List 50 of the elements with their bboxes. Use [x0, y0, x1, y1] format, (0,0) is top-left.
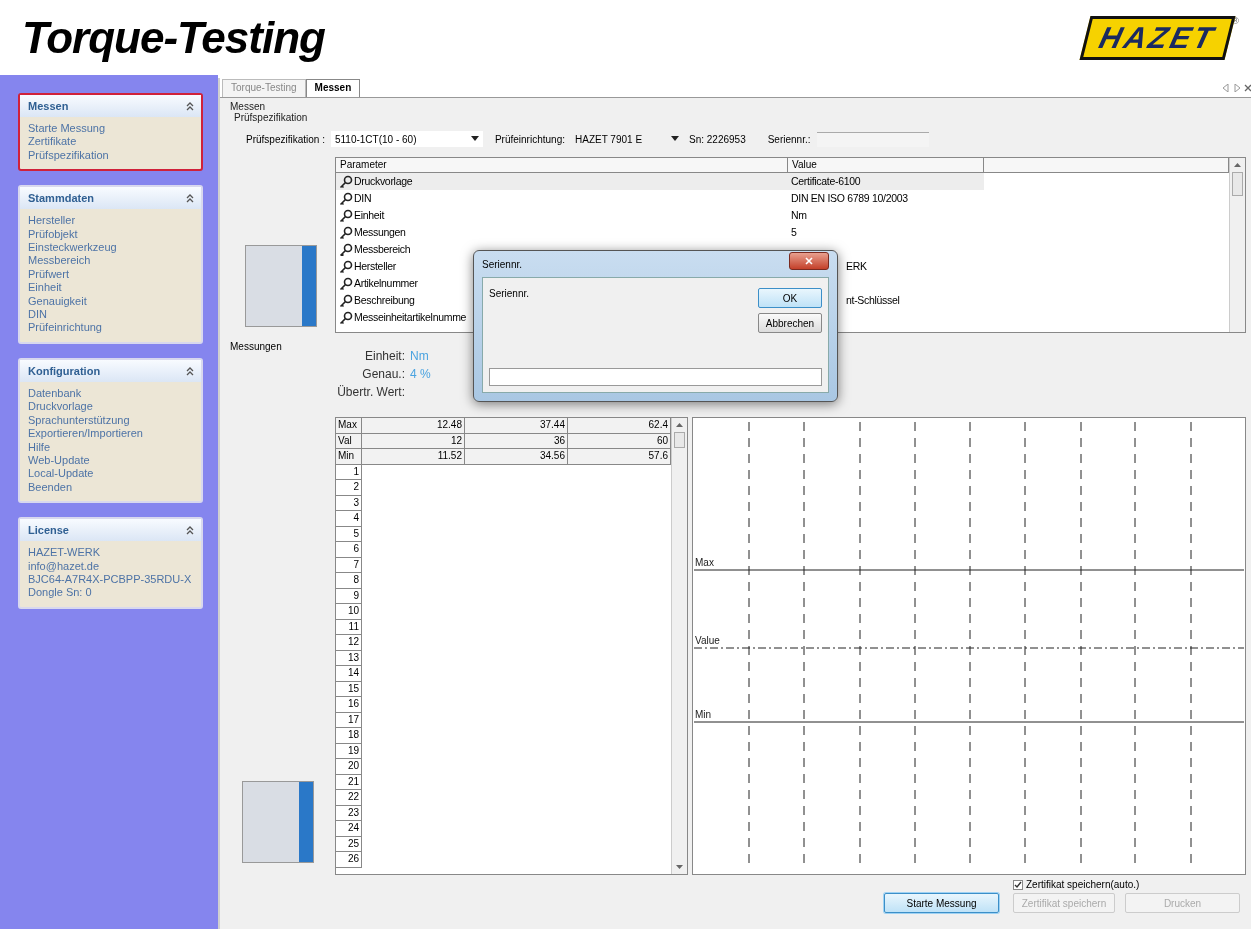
value-cell-text: DIN EN ISO 6789 10/2003	[791, 191, 908, 206]
info-label: Übertr. Wert:	[336, 385, 405, 399]
row-number: 18	[336, 728, 362, 744]
panel-title: License	[28, 524, 69, 537]
limit-cell: 62.4	[568, 418, 671, 434]
field-label: Prüfeinrichtung:	[494, 133, 565, 145]
row-number: 12	[336, 635, 362, 651]
row-number: 14	[336, 666, 362, 682]
chart-label: Max	[695, 557, 714, 568]
serial-number: Sn: 2226953	[689, 133, 746, 145]
dialog-prompt: Seriennr.	[489, 288, 531, 301]
limit-cell: 57.6	[568, 449, 671, 465]
field-label: Seriennr.:	[767, 133, 811, 145]
panel-title: Stammdaten	[28, 192, 95, 205]
row-number: 16	[336, 697, 362, 713]
row-number: 6	[336, 542, 362, 558]
value-cell-text: ERK	[846, 259, 867, 274]
row-number: 8	[336, 573, 362, 589]
value-cell-text: 5	[791, 225, 797, 240]
limit-cell: 37.44	[465, 418, 568, 434]
row-number: 24	[336, 821, 362, 837]
checkbox-label: Zertifikat speichern(auto.)	[1026, 879, 1140, 890]
value-cell-text: Nm	[791, 208, 807, 223]
row-number: 20	[336, 759, 362, 775]
row-number: 2	[336, 480, 362, 496]
limit-cell: 11.52	[362, 449, 465, 465]
group-label: Prüfspezifikation	[233, 112, 309, 123]
row-number: 10	[336, 604, 362, 620]
row-number: 26	[336, 852, 362, 868]
section-label: Messungen	[230, 341, 283, 354]
chart-label: Min	[695, 709, 712, 720]
dialog-title: Seriennr.	[482, 258, 523, 270]
row-number: 22	[336, 790, 362, 806]
chart-label: Value	[695, 635, 720, 646]
info-label: Einheit:	[363, 349, 405, 363]
row-number: 4	[336, 511, 362, 527]
panel-title: Messen	[28, 100, 69, 112]
panel-title: Konfiguration	[28, 364, 101, 377]
limit-cell: 34.56	[465, 449, 568, 465]
row-label: Min	[336, 449, 362, 465]
unit-value: Nm	[410, 349, 430, 363]
info-label: Genau.:	[361, 367, 405, 381]
row-label: Max	[336, 418, 362, 434]
value-cell-text: nt-Schlüssel	[846, 293, 900, 308]
limit-cell: 12.48	[362, 418, 465, 434]
field-label: Prüfspezifikation :	[246, 133, 325, 145]
page-title: Messen	[230, 101, 266, 112]
value-cell-text: Certificate-6100	[791, 174, 861, 189]
app-title: Torque-Testing	[22, 12, 325, 63]
accuracy-value: 4 %	[410, 367, 432, 381]
